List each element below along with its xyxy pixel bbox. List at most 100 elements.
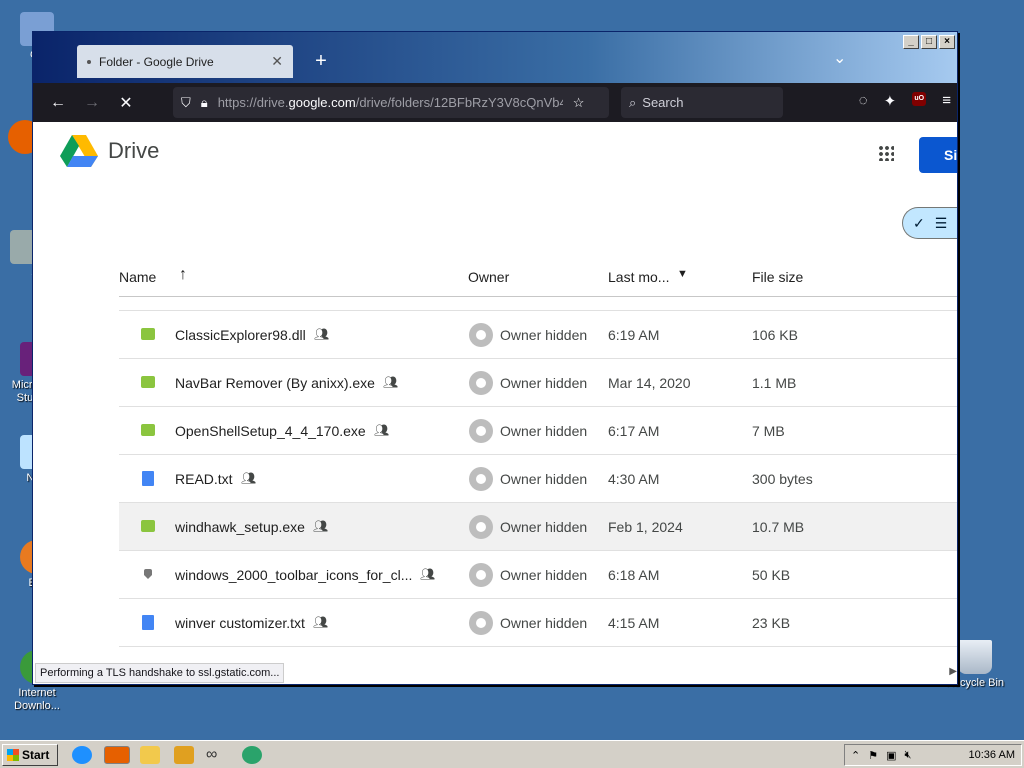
table-row[interactable]: OpenShellSetup_4_4_170.exe 👥︎ Owner hidden… [119, 407, 957, 455]
new-tab-button[interactable]: + [309, 49, 333, 73]
column-last-modified[interactable]: Last mo... [608, 269, 669, 285]
url-bar[interactable]: ⛉ 🔒︎ https://drive.google.com/drive/fold… [173, 87, 609, 118]
file-name[interactable]: NavBar Remover (By anixx).exe [175, 375, 375, 391]
window-controls: _ □ × [903, 35, 955, 49]
browser-titlebar: Folder - Google Drive ✕ + ⌄ _ □ × [33, 32, 957, 83]
media-player-icon[interactable] [174, 746, 194, 764]
pocket-icon[interactable]: ◌ [859, 92, 868, 110]
table-row[interactable]: ClassicExplorer98.dll 👥︎ Owner hidden 6:19 … [119, 311, 957, 359]
file-size: 106 KB [752, 327, 798, 343]
table-row[interactable]: READ.txt 👥︎ Owner hidden 4:30 AM 300 bytes [119, 455, 957, 503]
table-row[interactable]: windows_2000_toolbar_icons_for_cl... 👥︎ Ow… [119, 551, 957, 599]
browser-window: Folder - Google Drive ✕ + ⌄ _ □ × ← → ✕ … [32, 31, 958, 685]
owner-name: Owner hidden [500, 423, 588, 439]
file-name[interactable]: winver customizer.txt [175, 615, 305, 631]
maximize-button[interactable]: □ [921, 35, 937, 49]
text-document-icon [142, 615, 154, 630]
column-owner[interactable]: Owner [468, 269, 509, 285]
file-list: ClassicExplorer98.dll 👥︎ Owner hidden 6:19 … [119, 297, 957, 647]
volume-muted-icon[interactable]: 🔇︎ [905, 749, 912, 762]
table-row[interactable] [119, 297, 957, 311]
binary-file-icon [141, 520, 155, 532]
file-name[interactable]: OpenShellSetup_4_4_170.exe [175, 423, 366, 439]
lock-icon[interactable]: 🔒︎ [201, 95, 208, 111]
scroll-right-arrow-icon[interactable]: ▶ [913, 666, 957, 680]
file-table-header: Name ↑ Owner Last mo... ▼ File size [119, 255, 957, 297]
green-app-icon[interactable] [242, 746, 262, 764]
start-label: Start [22, 748, 50, 762]
show-hidden-icons-icon[interactable]: ⌃ [851, 749, 860, 762]
owner-name: Owner hidden [500, 327, 588, 343]
file-size: 300 bytes [752, 471, 813, 487]
owner-avatar [469, 371, 493, 395]
table-row[interactable]: NavBar Remover (By anixx).exe 👥︎ Owner hid… [119, 359, 957, 407]
action-center-flag-icon[interactable]: ⚑ [868, 749, 878, 762]
url-prefix: https://drive. [217, 95, 289, 110]
extensions-icon[interactable]: ✦ [884, 92, 897, 110]
owner-avatar [469, 611, 493, 635]
close-button[interactable]: × [939, 35, 955, 49]
file-size: 23 KB [752, 615, 791, 631]
column-file-size[interactable]: File size [752, 269, 803, 285]
last-modified: 6:17 AM [608, 423, 660, 439]
binary-file-icon [141, 376, 155, 388]
infinity-app-icon[interactable]: ∞ [206, 746, 226, 764]
status-bar: Performing a TLS handshake to ssl.gstati… [35, 663, 285, 683]
list-view-icon: ☰ [934, 214, 948, 231]
owner-name: Owner hidden [500, 375, 588, 391]
minimize-button[interactable]: _ [903, 35, 919, 49]
bookmark-star-icon[interactable]: ☆ [573, 95, 585, 111]
stop-loading-icon[interactable]: ✕ [109, 93, 143, 113]
shared-people-icon: 👥︎ [383, 375, 399, 389]
drive-title: Drive [108, 138, 160, 163]
url-path: /drive/folders/12BFbRzY3V8cQnVb4 [355, 95, 563, 110]
internet-explorer-icon[interactable] [72, 746, 92, 764]
binary-file-icon [141, 328, 155, 340]
file-name[interactable]: READ.txt [175, 471, 233, 487]
sort-arrow-up-icon[interactable]: ↑ [179, 266, 187, 284]
navigation-toolbar: ← → ✕ ⛉ 🔒︎ https://drive.google.com/driv… [33, 83, 957, 122]
table-row[interactable]: windhawk_setup.exe 👥︎ Owner hidden Feb 1, 2… [119, 503, 957, 551]
google-apps-icon[interactable] [878, 145, 894, 161]
last-modified: 4:30 AM [608, 471, 660, 487]
owner-name: Owner hidden [500, 615, 588, 631]
binary-file-icon [141, 424, 155, 436]
drive-page: Drive Si ✓ ☰ Name ↑ Owner Last mo... ▼ F… [33, 122, 957, 684]
shared-people-icon: 👥︎ [241, 471, 257, 485]
sign-in-button[interactable]: Si [919, 137, 957, 173]
menu-icon[interactable]: ≡ [942, 92, 951, 110]
desktop-icon-label: Internet Downlo... [14, 687, 60, 712]
shared-people-icon: 👥︎ [313, 519, 329, 533]
owner-avatar [469, 563, 493, 587]
url-text[interactable]: https://drive.google.com/drive/folders/1… [218, 95, 563, 110]
last-modified: 4:15 AM [608, 615, 660, 631]
start-button[interactable]: Start [2, 744, 58, 766]
owner-avatar [469, 467, 493, 491]
forward-arrow-icon[interactable]: → [75, 94, 109, 112]
list-tabs-chevron-icon[interactable]: ⌄ [833, 48, 846, 68]
search-placeholder: Search [642, 95, 684, 110]
last-modified: Feb 1, 2024 [608, 519, 683, 535]
column-name[interactable]: Name [119, 269, 156, 285]
table-row[interactable]: winver customizer.txt 👥︎ Owner hidden 4:15 … [119, 599, 957, 647]
file-explorer-icon[interactable] [140, 746, 160, 764]
tab-google-drive[interactable]: Folder - Google Drive ✕ [77, 45, 293, 78]
back-arrow-icon[interactable]: ← [41, 94, 75, 112]
clock[interactable]: 10:36 AM [969, 749, 1015, 761]
owner-avatar [469, 323, 493, 347]
view-toggle[interactable]: ✓ ☰ [902, 207, 957, 239]
file-name[interactable]: windows_2000_toolbar_icons_for_cl... [175, 567, 412, 583]
file-name[interactable]: ClassicExplorer98.dll [175, 327, 306, 343]
network-icon[interactable]: ▣ [886, 749, 896, 762]
tab-title: Folder - Google Drive [99, 54, 214, 69]
firefox-taskbar-icon[interactable] [104, 746, 130, 764]
drive-logo[interactable]: Drive [60, 135, 159, 167]
text-document-icon [142, 471, 154, 486]
file-name[interactable]: windhawk_setup.exe [175, 519, 305, 535]
ublock-origin-icon[interactable]: uO [912, 92, 927, 106]
close-tab-icon[interactable]: ✕ [271, 53, 283, 70]
google-drive-icon [60, 135, 98, 167]
search-box[interactable]: ⌕ Search [621, 87, 783, 118]
sort-dropdown-icon[interactable]: ▼ [677, 268, 688, 280]
shield-icon[interactable]: ⛉ [181, 95, 191, 111]
